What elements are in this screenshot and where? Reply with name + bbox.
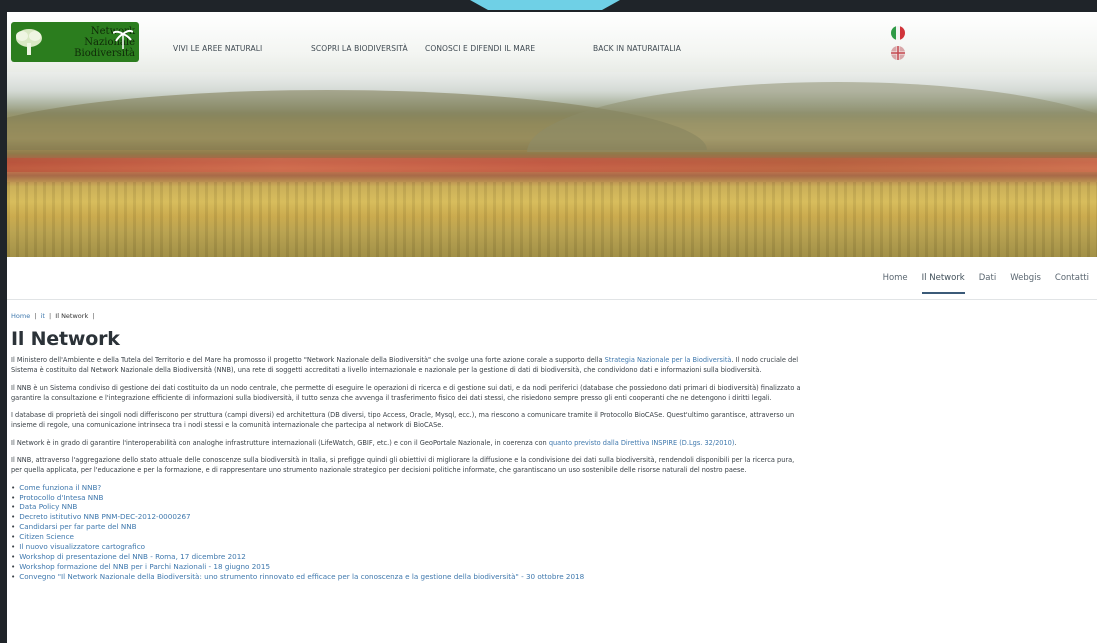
- main-content: Home | it | Il Network | Il Network Il M…: [11, 308, 1097, 582]
- nav-vivi-aree-naturali[interactable]: VIVI LE AREE NATURALI: [173, 44, 311, 53]
- subnav-contatti[interactable]: Contatti: [1055, 273, 1089, 294]
- list-item[interactable]: • Workshop di presentazione del NNB - Rom…: [11, 552, 1097, 562]
- list-item[interactable]: • Data Policy NNB: [11, 502, 1097, 512]
- breadcrumb: Home | it | Il Network |: [11, 312, 95, 320]
- paragraph-1: Il Ministero dell'Ambiente e della Tutel…: [11, 356, 799, 375]
- breadcrumb-it[interactable]: it: [41, 312, 45, 320]
- subnav-il-network[interactable]: Il Network: [921, 273, 965, 294]
- web-page: Network Nazionale Biodiversità VIVI LE A…: [7, 12, 1097, 643]
- nav-back-in-naturaitalia[interactable]: BACK IN NATURAITALIA: [593, 44, 713, 53]
- section-navigation: Home Il Network Dati Webgis Contatti: [7, 257, 1097, 300]
- paragraph-3: I database di proprietà dei singoli nodi…: [11, 411, 795, 430]
- hero-landscape-image: [7, 72, 1097, 257]
- window-frame-notch: [470, 0, 620, 10]
- top-navigation: VIVI LE AREE NATURALI SCOPRI LA BIODIVER…: [173, 44, 713, 53]
- subnav-webgis[interactable]: Webgis: [1010, 273, 1041, 294]
- tree-logo-icon: [11, 22, 47, 62]
- paragraph-2: Il NNB è un Sistema condiviso di gestion…: [11, 383, 801, 402]
- subnav-dati[interactable]: Dati: [979, 273, 996, 294]
- palm-icon: [113, 29, 133, 49]
- link-direttiva-inspire[interactable]: quanto previsto dalla Direttiva INSPIRE …: [549, 439, 735, 447]
- language-switcher: [891, 26, 905, 66]
- list-item[interactable]: • Convegno "Il Network Nazionale della Bi…: [11, 572, 1097, 582]
- paragraph-5: Il NNB, attraverso l'aggregazione dello …: [11, 456, 795, 475]
- list-item[interactable]: • Il nuovo visualizzatore cartografico: [11, 542, 1097, 552]
- list-item[interactable]: • Workshop formazione del NNB per i Parch…: [11, 562, 1097, 572]
- list-item[interactable]: • Citizen Science: [11, 532, 1097, 542]
- site-header: Network Nazionale Biodiversità VIVI LE A…: [7, 12, 1097, 72]
- uk-flag-icon[interactable]: [891, 46, 905, 60]
- nav-conosci-difendi-mare[interactable]: CONOSCI E DIFENDI IL MARE: [425, 44, 593, 53]
- list-item[interactable]: • Protocollo d'Intesa NNB: [11, 493, 1097, 503]
- resource-links-list: • Come funziona il NNB? • Protocollo d'Int…: [11, 483, 1097, 582]
- site-logo[interactable]: Network Nazionale Biodiversità: [11, 22, 139, 62]
- list-item[interactable]: • Come funziona il NNB?: [11, 483, 1097, 493]
- list-item[interactable]: • Candidarsi per far parte del NNB: [11, 522, 1097, 532]
- breadcrumb-current: Il Network: [55, 312, 89, 320]
- link-strategia-nazionale[interactable]: Strategia Nazionale per la Biodiversità: [605, 356, 732, 364]
- list-item[interactable]: • Decreto istitutivo NNB PNM-DEC-2012-000…: [11, 512, 1097, 522]
- window-frame-left: [0, 0, 7, 643]
- italian-flag-icon[interactable]: [891, 26, 905, 40]
- breadcrumb-home[interactable]: Home: [11, 312, 30, 320]
- paragraph-4: Il Network è in grado di garantire l'int…: [11, 438, 737, 447]
- page-title: Il Network: [11, 328, 120, 350]
- subnav-home[interactable]: Home: [883, 273, 908, 294]
- nav-scopri-biodiversita[interactable]: SCOPRI LA BIODIVERSITÀ: [311, 44, 425, 53]
